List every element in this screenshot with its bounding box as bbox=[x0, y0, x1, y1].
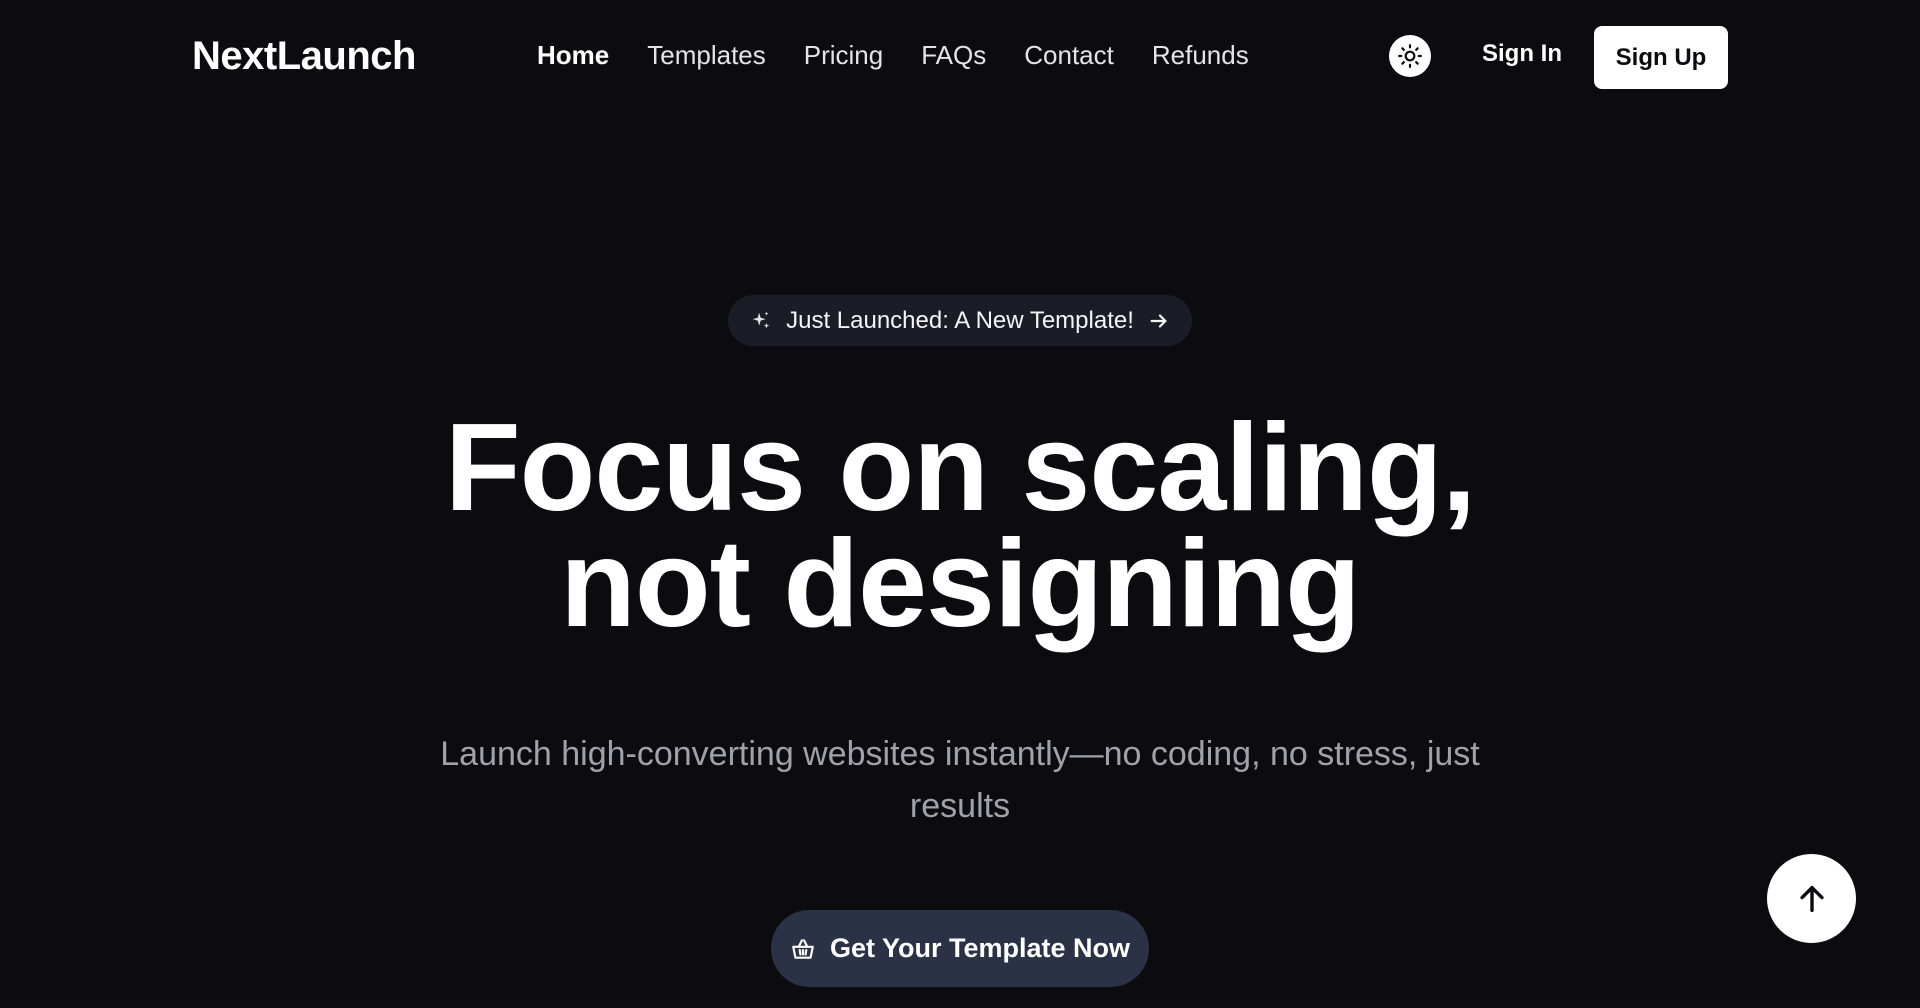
nav-item-home[interactable]: Home bbox=[537, 40, 609, 71]
brand-logo[interactable]: NextLaunch bbox=[192, 34, 416, 79]
theme-toggle-button[interactable] bbox=[1389, 35, 1431, 77]
sun-icon bbox=[1397, 43, 1423, 69]
hero-headline: Focus on scaling, not designing bbox=[0, 399, 1920, 653]
cta-label: Get Your Template Now bbox=[829, 933, 1131, 963]
sign-up-button[interactable]: Sign Up bbox=[1594, 26, 1728, 89]
arrow-up-icon bbox=[1795, 882, 1829, 916]
main-nav: Home Templates Pricing FAQs Contact Refu… bbox=[537, 40, 1249, 71]
sign-in-button[interactable]: Sign In bbox=[1482, 40, 1562, 68]
site-header: NextLaunch Home Templates Pricing FAQs C… bbox=[0, 0, 1920, 116]
arrow-right-icon bbox=[1148, 310, 1170, 332]
announcement-text: Just Launched: A New Template! bbox=[786, 306, 1134, 334]
basket-icon bbox=[790, 936, 816, 962]
announcement-pill[interactable]: Just Launched: A New Template! bbox=[728, 295, 1192, 346]
nav-item-refunds[interactable]: Refunds bbox=[1152, 40, 1249, 71]
nav-item-pricing[interactable]: Pricing bbox=[804, 40, 883, 71]
headline-line-2: not designing bbox=[560, 515, 1361, 653]
nav-item-contact[interactable]: Contact bbox=[1024, 40, 1114, 71]
headline-line-1: Focus on scaling, bbox=[444, 399, 1476, 537]
landing-page: NextLaunch Home Templates Pricing FAQs C… bbox=[0, 0, 1920, 1008]
nav-item-faqs[interactable]: FAQs bbox=[921, 40, 986, 71]
sparkle-icon bbox=[750, 310, 772, 332]
get-template-button[interactable]: Get Your Template Now bbox=[771, 910, 1149, 987]
nav-item-templates[interactable]: Templates bbox=[647, 40, 766, 71]
hero-subtitle: Launch high-converting websites instantl… bbox=[440, 735, 1480, 825]
scroll-to-top-button[interactable] bbox=[1767, 854, 1856, 943]
